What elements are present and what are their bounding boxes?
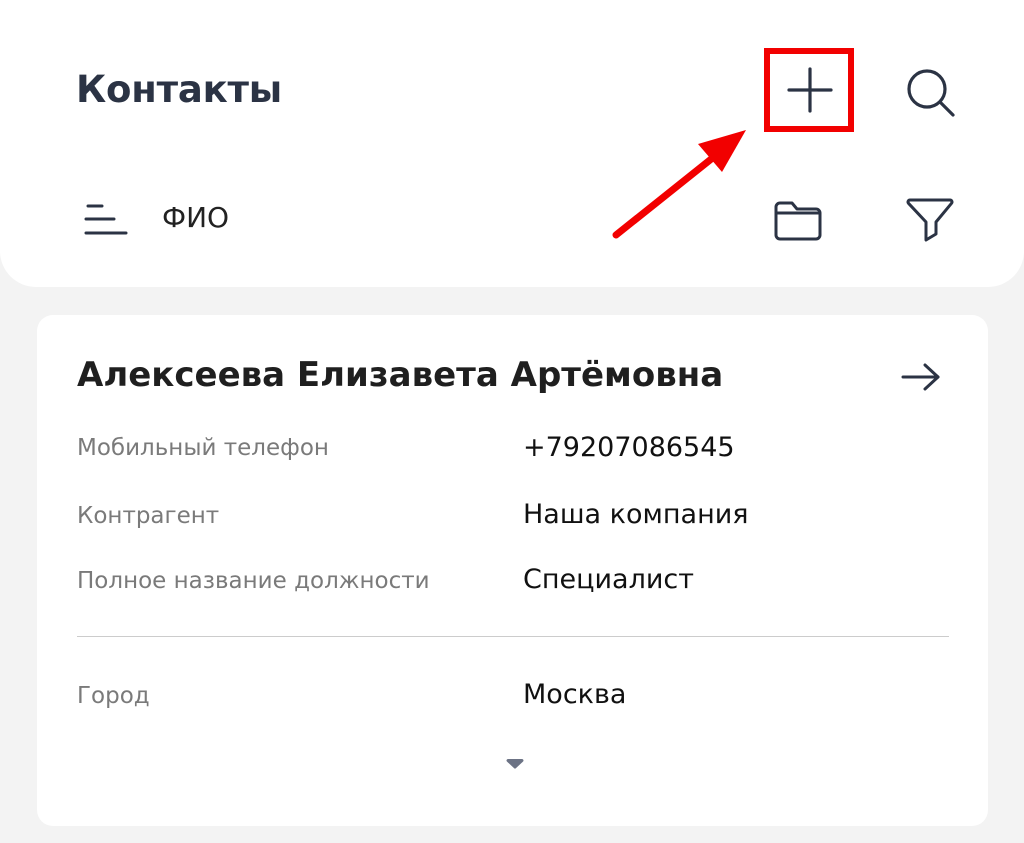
- header-panel: Контакты ФИО: [0, 0, 1024, 287]
- phone-label: Мобильный телефон: [77, 435, 329, 461]
- expand-details-button[interactable]: [503, 753, 527, 773]
- page-title: Контакты: [76, 68, 283, 111]
- search-icon: [907, 69, 955, 117]
- divider: [77, 636, 949, 637]
- sort-field-label[interactable]: ФИО: [162, 201, 229, 234]
- city-value: Москва: [523, 679, 627, 710]
- search-button[interactable]: [900, 62, 960, 122]
- filter-icon: [906, 198, 954, 242]
- filter-button[interactable]: [902, 192, 958, 246]
- caret-down-icon: [506, 759, 524, 769]
- folder-button[interactable]: [770, 194, 826, 246]
- plus-icon: [787, 67, 833, 113]
- contact-name: Алексеева Елизавета Артёмовна: [77, 355, 724, 395]
- position-label: Полное название должности: [77, 568, 430, 594]
- position-value: Специалист: [523, 564, 694, 595]
- city-label: Город: [77, 683, 150, 709]
- contact-card[interactable]: Алексеева Елизавета Артёмовна Мобильный …: [37, 315, 988, 826]
- open-contact-button[interactable]: [897, 355, 945, 399]
- phone-value[interactable]: +79207086545: [523, 432, 735, 463]
- folder-icon: [774, 201, 822, 241]
- sort-button[interactable]: [80, 196, 130, 244]
- counterparty-label: Контрагент: [77, 503, 220, 529]
- arrow-right-icon: [901, 363, 940, 391]
- counterparty-value: Наша компания: [523, 499, 749, 530]
- add-contact-button[interactable]: [766, 49, 854, 131]
- sort-lines-icon: [84, 204, 128, 235]
